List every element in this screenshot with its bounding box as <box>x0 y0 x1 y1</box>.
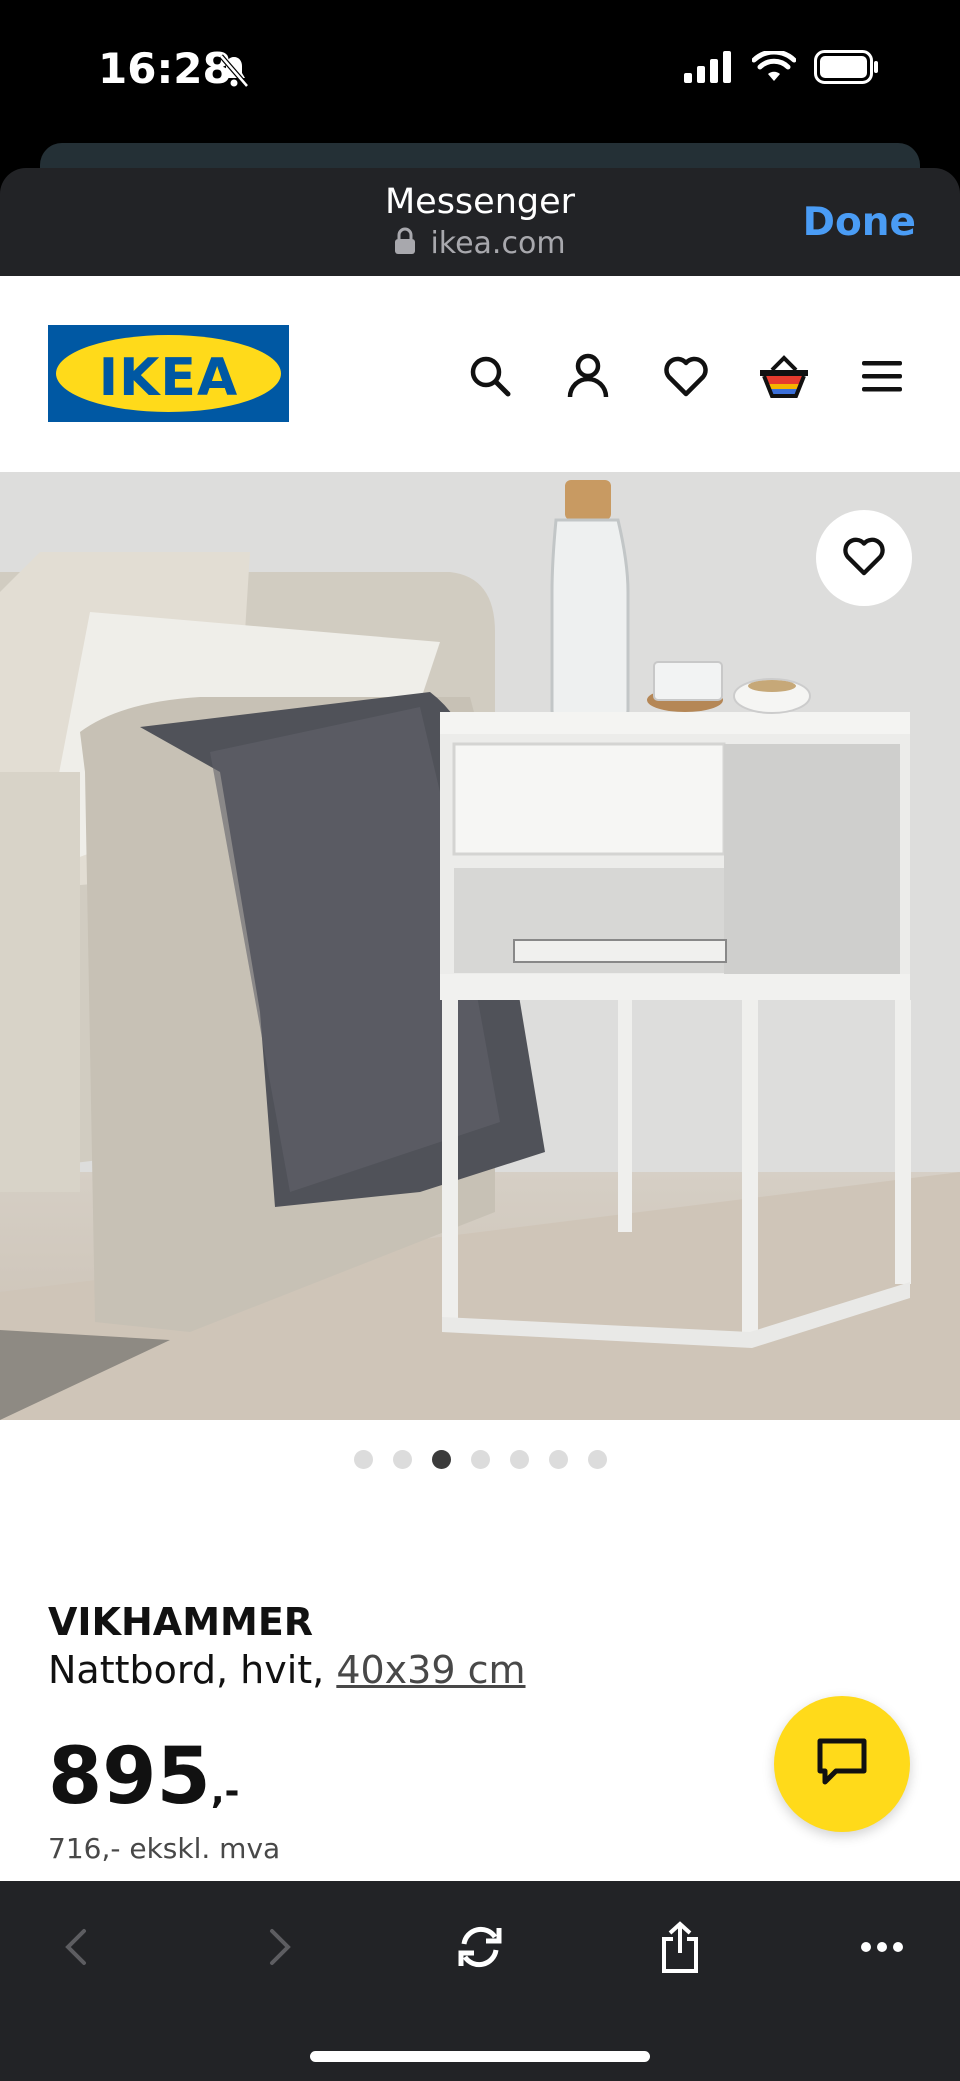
share-icon <box>660 1920 700 1978</box>
heart-icon <box>842 536 886 581</box>
pagination-dot[interactable] <box>587 1450 607 1469</box>
pagination-dot[interactable] <box>509 1450 529 1469</box>
pagination-dot[interactable] <box>470 1450 490 1469</box>
product-description: Nattbord, hvit, 40x39 cm <box>48 1648 526 1692</box>
product-image[interactable] <box>0 472 960 1420</box>
browser-header: Messenger ikea.com Done <box>0 168 960 276</box>
browser-toolbar <box>0 1881 960 2081</box>
status-time: 16:28 <box>98 44 232 93</box>
menu-icon[interactable] <box>852 346 912 406</box>
image-pagination <box>0 1450 960 1469</box>
price-ex-vat: 716,- ekskl. mva <box>48 1832 281 1865</box>
reload-button[interactable] <box>440 1909 520 1989</box>
price-suffix: ,- <box>210 1771 240 1812</box>
product-name: VIKHAMMER <box>48 1600 314 1644</box>
pagination-dot[interactable] <box>392 1450 412 1469</box>
ikea-logo[interactable]: IKEA <box>48 325 289 422</box>
price: 895,- <box>48 1732 239 1822</box>
product-photo <box>0 472 960 1420</box>
size-link[interactable]: 40x39 cm <box>336 1648 525 1692</box>
chat-icon <box>816 1737 868 1792</box>
status-bar: 16:28 <box>0 0 960 140</box>
chat-button[interactable] <box>774 1696 910 1832</box>
logo-text: IKEA <box>98 348 239 408</box>
price-amount: 895 <box>48 1732 211 1822</box>
pagination-dot[interactable] <box>548 1450 568 1469</box>
share-button[interactable] <box>640 1909 720 1989</box>
site-header: IKEA <box>0 276 960 472</box>
search-icon[interactable] <box>460 346 520 406</box>
more-icon <box>860 1940 904 1958</box>
home-indicator <box>310 2051 650 2062</box>
add-to-favorites-button[interactable] <box>816 510 912 606</box>
heart-icon[interactable] <box>656 346 716 406</box>
cellular-signal-icon <box>684 51 734 88</box>
chevron-right-icon <box>268 1927 292 1972</box>
chevron-left-icon <box>64 1927 88 1972</box>
back-button[interactable] <box>36 1909 116 1989</box>
cart-icon[interactable] <box>754 346 814 406</box>
product-description-text: Nattbord, hvit, <box>48 1648 325 1692</box>
bell-slash-icon <box>218 54 250 93</box>
pagination-dot[interactable] <box>353 1450 373 1469</box>
forward-button[interactable] <box>240 1909 320 1989</box>
url-text: ikea.com <box>430 226 566 261</box>
done-button[interactable]: Done <box>803 200 916 245</box>
battery-icon <box>814 50 880 89</box>
wifi-icon <box>751 49 797 88</box>
more-button[interactable] <box>842 1909 922 1989</box>
reload-icon <box>455 1924 505 1975</box>
pagination-dot[interactable] <box>431 1450 451 1469</box>
user-icon[interactable] <box>558 346 618 406</box>
lock-icon <box>394 227 416 263</box>
